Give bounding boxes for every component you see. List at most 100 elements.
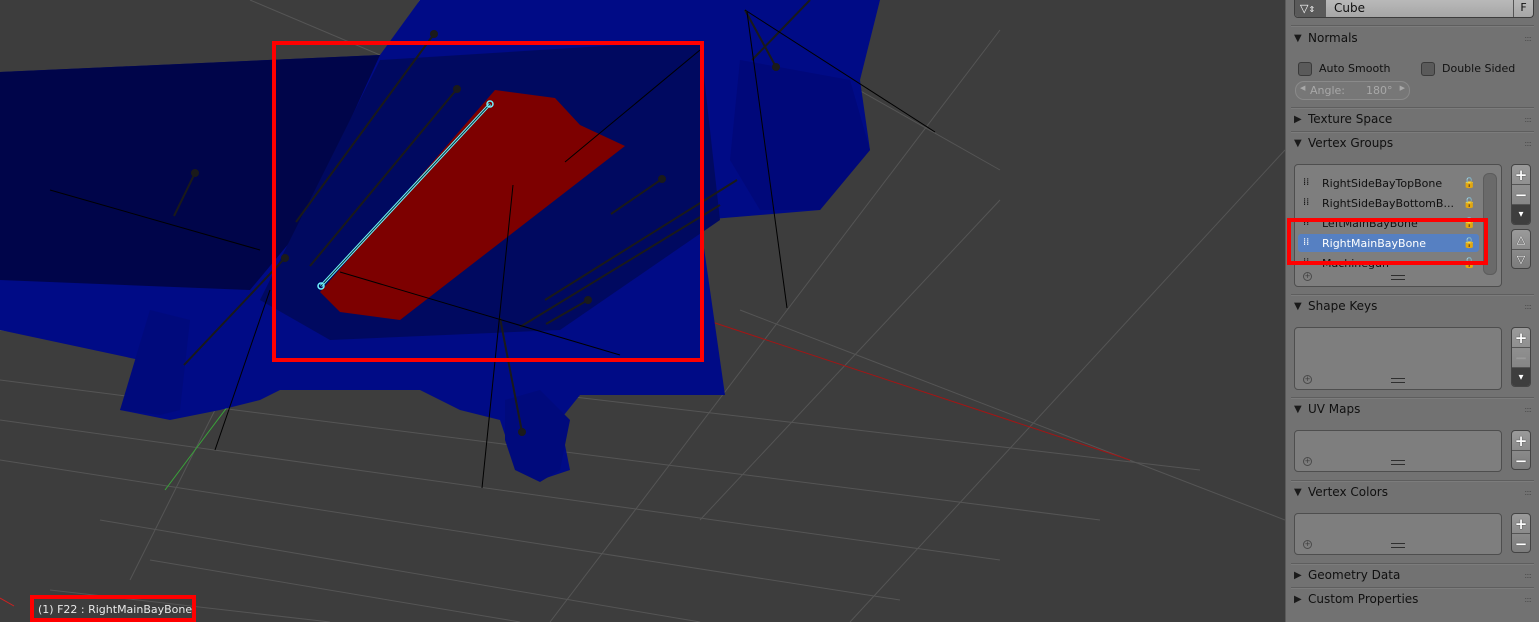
vertex-group-icon: ⁞⁞: [1303, 177, 1310, 188]
vertex-colors-list[interactable]: +: [1294, 513, 1502, 555]
list-resize-grip[interactable]: [1391, 460, 1405, 465]
list-filter-icon[interactable]: +: [1303, 375, 1312, 384]
remove-vertex-color-button[interactable]: −: [1512, 534, 1530, 553]
decrement-arrow-icon[interactable]: ◀: [1300, 84, 1305, 92]
panel-title: Geometry Data: [1308, 568, 1401, 582]
expand-triangle-icon: ▼: [1294, 300, 1302, 312]
panel-title: Texture Space: [1308, 112, 1393, 126]
double-sided-checkbox[interactable]: [1421, 62, 1435, 76]
remove-vertex-group-button[interactable]: −: [1512, 185, 1530, 205]
panel-header-custom-properties[interactable]: ▶ Custom Properties ::::: [1294, 589, 1539, 609]
drag-grip-icon[interactable]: ::::: [1524, 115, 1532, 124]
vertex-group-name: RightMainBayBone: [1322, 236, 1427, 250]
vertex-color-buttons: + −: [1511, 513, 1531, 553]
double-sided-label: Double Sided: [1442, 62, 1516, 75]
vertex-group-icon: ⁞⁞: [1303, 257, 1310, 268]
vertex-group-item[interactable]: ⁞⁞ RightSideBayBottomB... 🔓: [1298, 194, 1479, 212]
shape-key-specials-button[interactable]: ▾: [1512, 368, 1530, 386]
angle-value: 180°: [1366, 84, 1393, 97]
aircraft-mesh: [0, 0, 880, 482]
vertex-group-item[interactable]: ⁞⁞ Machinegun 🔓: [1298, 254, 1479, 272]
unlock-icon[interactable]: 🔓: [1463, 238, 1475, 249]
bone-joint: [430, 30, 438, 38]
auto-smooth-checkbox[interactable]: [1298, 62, 1312, 76]
add-uv-map-button[interactable]: +: [1512, 431, 1530, 451]
vertex-group-specials-button[interactable]: ▾: [1512, 205, 1530, 224]
panel-header-texture-space[interactable]: ▶ Texture Space ::::: [1294, 109, 1539, 129]
corner-axis-x: [0, 597, 15, 607]
list-filter-icon[interactable]: +: [1303, 457, 1312, 466]
list-resize-grip[interactable]: [1391, 378, 1405, 383]
uv-maps-list[interactable]: +: [1294, 430, 1502, 472]
drag-grip-icon[interactable]: ::::: [1524, 34, 1532, 43]
move-down-button[interactable]: ▽: [1512, 250, 1530, 268]
unlock-icon[interactable]: 🔓: [1463, 258, 1475, 269]
vertex-group-icon: ⁞⁞: [1303, 197, 1310, 208]
separator: [1291, 25, 1534, 27]
panel-header-shape-keys[interactable]: ▼ Shape Keys ::::: [1294, 296, 1539, 316]
list-filter-icon[interactable]: +: [1303, 540, 1312, 549]
add-vertex-group-button[interactable]: +: [1512, 165, 1530, 185]
unlock-icon[interactable]: 🔓: [1463, 218, 1475, 229]
bone-joint: [772, 63, 780, 71]
collapse-triangle-icon: ▶: [1294, 593, 1302, 605]
unlock-icon[interactable]: 🔓: [1463, 178, 1475, 189]
drag-grip-icon[interactable]: ::::: [1524, 488, 1532, 497]
drag-grip-icon[interactable]: ::::: [1524, 302, 1532, 311]
viewport-scene: [0, 0, 1285, 622]
panel-title: Vertex Colors: [1308, 485, 1388, 499]
grid-line: [849, 149, 1285, 622]
vertex-group-buttons: + − ▾: [1511, 164, 1531, 225]
angle-label: Angle:: [1310, 84, 1346, 97]
3d-viewport[interactable]: (1) F22 : RightMainBayBone: [0, 0, 1285, 622]
grid-line: [249, 0, 381, 56]
panel-header-normals[interactable]: ▼ Normals ::::: [1294, 28, 1539, 48]
panel-header-uv-maps[interactable]: ▼ UV Maps ::::: [1294, 399, 1539, 419]
panel-title: Shape Keys: [1308, 299, 1378, 313]
add-vertex-color-button[interactable]: +: [1512, 514, 1530, 534]
bone-joint: [518, 428, 526, 436]
bone-joint: [453, 85, 461, 93]
vertex-group-item[interactable]: ⁞⁞ LeftMainBayBone 🔓: [1298, 214, 1479, 232]
drag-grip-icon[interactable]: ::::: [1524, 405, 1532, 414]
vertex-group-name: RightSideBayTopBone: [1322, 176, 1443, 190]
panel-header-geometry-data[interactable]: ▶ Geometry Data ::::: [1294, 565, 1539, 585]
move-up-button[interactable]: △: [1512, 230, 1530, 250]
expand-triangle-icon: ▼: [1294, 32, 1302, 44]
remove-uv-map-button[interactable]: −: [1512, 451, 1530, 470]
angle-field[interactable]: ◀ Angle: 180° ▶: [1295, 81, 1410, 100]
panel-title: Custom Properties: [1308, 592, 1419, 606]
wheel-bay-shape: [730, 60, 870, 210]
uv-map-buttons: + −: [1511, 430, 1531, 470]
list-resize-grip[interactable]: [1391, 543, 1405, 548]
list-filter-icon[interactable]: +: [1303, 272, 1312, 281]
grid-line: [699, 199, 1001, 521]
mesh-name[interactable]: Cube: [1334, 1, 1365, 15]
auto-smooth-label: Auto Smooth: [1319, 62, 1391, 75]
drag-grip-icon[interactable]: ::::: [1524, 595, 1532, 604]
vertex-groups-list[interactable]: ⁞⁞ RightSideBayTopBone 🔓 ⁞⁞ RightSideBay…: [1294, 164, 1502, 287]
list-scrollbar[interactable]: [1483, 173, 1497, 275]
vertex-group-name: RightSideBayBottomB...: [1322, 196, 1454, 210]
bone-joint: [281, 254, 289, 262]
add-shape-key-button[interactable]: +: [1512, 328, 1530, 348]
bone-joint: [658, 175, 666, 183]
panel-title: Vertex Groups: [1308, 136, 1394, 150]
shape-key-buttons: + − ▾: [1511, 327, 1531, 387]
fake-user-button[interactable]: F: [1513, 0, 1533, 17]
vertex-group-item[interactable]: ⁞⁞ RightSideBayTopBone 🔓: [1298, 174, 1479, 192]
panel-header-vertex-colors[interactable]: ▼ Vertex Colors ::::: [1294, 482, 1539, 502]
remove-shape-key-button[interactable]: −: [1512, 348, 1530, 368]
list-resize-grip[interactable]: [1391, 275, 1405, 280]
mesh-data-icon[interactable]: ▽⇕: [1295, 0, 1326, 17]
grid-line: [739, 309, 1285, 521]
unlock-icon[interactable]: 🔓: [1463, 198, 1475, 209]
bone-joint: [191, 169, 199, 177]
drag-grip-icon[interactable]: ::::: [1524, 139, 1532, 148]
increment-arrow-icon[interactable]: ▶: [1400, 84, 1405, 92]
panel-header-vertex-groups[interactable]: ▼ Vertex Groups ::::: [1294, 133, 1539, 153]
vertex-group-item-selected[interactable]: ⁞⁞ RightMainBayBone 🔓: [1298, 234, 1479, 252]
mesh-datablock-selector[interactable]: ▽⇕ Cube F: [1294, 0, 1534, 18]
shape-keys-list[interactable]: +: [1294, 327, 1502, 390]
drag-grip-icon[interactable]: ::::: [1524, 571, 1532, 580]
